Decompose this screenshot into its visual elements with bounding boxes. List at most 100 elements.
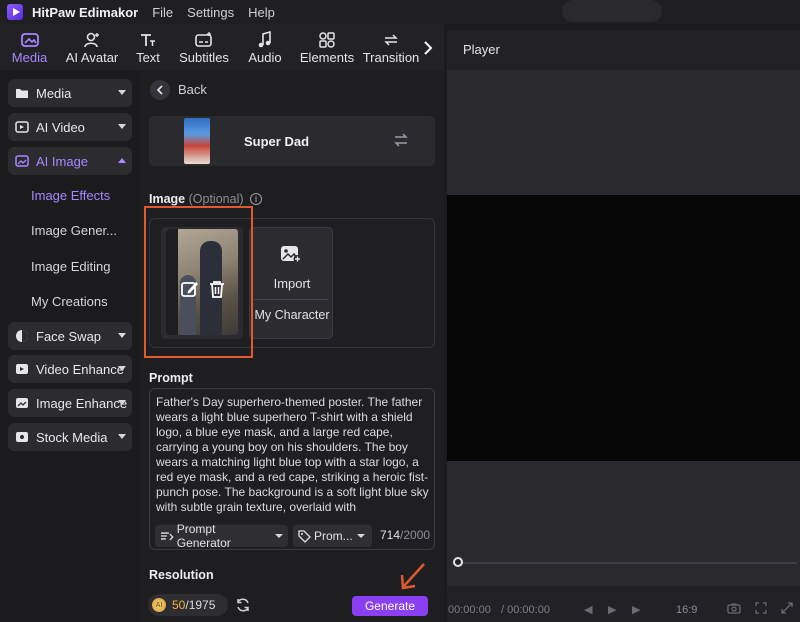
character-counter: 714/2000 [380, 528, 430, 542]
chevron-down-icon [118, 400, 126, 405]
prompt-generator-label: Prompt Generator [176, 522, 231, 550]
sidebar-item-image-enhance[interactable]: Image Enhance [8, 389, 132, 417]
optional-label: (Optional) [188, 192, 244, 206]
expand-icon[interactable] [781, 602, 793, 617]
ai-image-icon [14, 154, 30, 168]
step-back-icon[interactable]: ◀ [584, 603, 592, 616]
sidebar-item-ai-video[interactable]: AI Video [8, 113, 132, 141]
snapshot-icon[interactable] [727, 602, 741, 617]
titlebar-blurred-area [562, 0, 662, 22]
credits-total: /1975 [185, 598, 216, 612]
prompt-preset-dropdown[interactable]: Prom... [293, 525, 372, 547]
sidebar-item-ai-image[interactable]: AI Image [8, 147, 132, 175]
image-label: Image [149, 192, 186, 206]
tab-label: AI Avatar [65, 49, 119, 65]
sidebar-subitem-image-effects[interactable]: Image Effects [31, 188, 110, 203]
sidebar-item-face-swap[interactable]: Face Swap [8, 322, 132, 350]
tab-elements[interactable]: Elements [293, 24, 361, 70]
sidebar-item-label: AI Image [36, 153, 89, 169]
text-icon [139, 30, 157, 50]
info-icon[interactable]: i [250, 193, 262, 205]
tab-label: Text [136, 49, 160, 65]
time-current: 00:00:00 [448, 604, 491, 616]
chevron-down-icon [356, 534, 365, 538]
playback-scrubber[interactable] [453, 562, 797, 564]
play-icon[interactable]: ▶ [608, 603, 616, 616]
add-image-icon[interactable] [280, 244, 302, 267]
app-title: HitPaw Edimakor [32, 4, 139, 20]
tab-text[interactable]: Text [125, 24, 171, 70]
chevron-down-icon [275, 534, 283, 538]
sidebar-item-label: Video Enhance [36, 361, 124, 377]
prompt-input[interactable]: Father's Day superhero-themed poster. Th… [149, 388, 435, 550]
stock-media-icon [14, 430, 30, 444]
menu-settings[interactable]: Settings [187, 5, 234, 20]
chevron-down-icon [118, 366, 126, 371]
chevron-down-icon [118, 124, 126, 129]
char-count: 714 [380, 528, 401, 542]
sidebar-item-stock-media[interactable]: Stock Media [8, 423, 132, 451]
tab-label: Transition [362, 49, 420, 65]
back-label[interactable]: Back [178, 82, 207, 97]
prompt-generator-icon [160, 532, 174, 541]
prompt-label: Prompt [149, 371, 193, 385]
sidebar-item-label: Media [36, 85, 72, 101]
tab-subtitles[interactable]: Subtitles [171, 24, 237, 70]
tab-label: Audio [248, 49, 282, 65]
credits-used: 50 [172, 598, 186, 612]
refresh-icon[interactable] [235, 597, 251, 616]
credits-badge[interactable]: AI 50/1975 [148, 594, 228, 616]
video-enhance-icon [14, 362, 30, 376]
sidebar-subitem-my-creations[interactable]: My Creations [31, 294, 108, 309]
tabs-next-chevron-icon[interactable] [418, 38, 438, 58]
sidebar-item-label: Image Enhance [36, 395, 128, 411]
aspect-ratio-selector[interactable]: 16:9 [676, 604, 697, 616]
audio-icon [257, 30, 273, 50]
sidebar-item-video-enhance[interactable]: Video Enhance [8, 355, 132, 383]
elements-icon [318, 30, 336, 50]
generate-button[interactable]: Generate [352, 596, 428, 616]
prompt-generator-dropdown[interactable]: Prompt Generator [155, 522, 288, 550]
player-panel: Player [447, 30, 800, 622]
step-forward-icon[interactable]: ▶ [632, 603, 640, 616]
face-swap-icon [14, 329, 30, 343]
my-character-button[interactable]: My Character [250, 308, 334, 322]
chevron-down-icon [118, 90, 126, 95]
sidebar-subitem-image-editing[interactable]: Image Editing [31, 259, 111, 274]
divider [254, 299, 328, 300]
generate-bar: AI 50/1975 Generate [140, 590, 444, 622]
swap-icon[interactable] [393, 132, 409, 151]
menu-file[interactable]: File [152, 5, 173, 20]
prompt-preset-label: Prom... [314, 529, 353, 543]
image-section-label: Image (Optional) i [149, 192, 262, 206]
ai-video-icon [14, 120, 30, 134]
import-card: Import My Character [249, 227, 333, 339]
sidebar-subitem-image-generator[interactable]: Image Gener... [31, 223, 117, 238]
scrubber-handle[interactable] [453, 557, 463, 567]
prompt-text[interactable]: Father's Day superhero-themed poster. Th… [156, 395, 432, 515]
player-title: Player [463, 42, 500, 57]
fullscreen-icon[interactable] [755, 602, 767, 617]
tab-media[interactable]: Media [0, 24, 59, 70]
tab-label: Media [11, 49, 48, 65]
app-logo-icon [7, 4, 23, 20]
title-bar: HitPaw Edimakor File Settings Help [0, 0, 800, 24]
template-card[interactable]: Super Dad [149, 116, 435, 166]
tag-icon [298, 529, 311, 543]
tab-transition[interactable]: Transition [361, 24, 421, 70]
time-total: / 00:00:00 [501, 604, 550, 616]
back-button[interactable] [150, 80, 170, 100]
arrow-annotation-icon [400, 563, 425, 590]
sidebar-item-media[interactable]: Media [8, 79, 132, 107]
menu-help[interactable]: Help [248, 5, 275, 20]
highlight-annotation-box [144, 206, 253, 358]
tool-tabs: Media AI Avatar Text Subtitles Audio Ele… [0, 24, 444, 70]
tab-ai-avatar[interactable]: AI Avatar [59, 24, 125, 70]
tab-audio[interactable]: Audio [237, 24, 293, 70]
subtitles-icon [195, 30, 213, 50]
coin-icon: AI [152, 598, 166, 612]
import-button[interactable]: Import [250, 276, 334, 291]
player-viewport[interactable] [447, 195, 800, 461]
sidebar-item-label: AI Video [36, 119, 85, 135]
chevron-down-icon [118, 333, 126, 338]
